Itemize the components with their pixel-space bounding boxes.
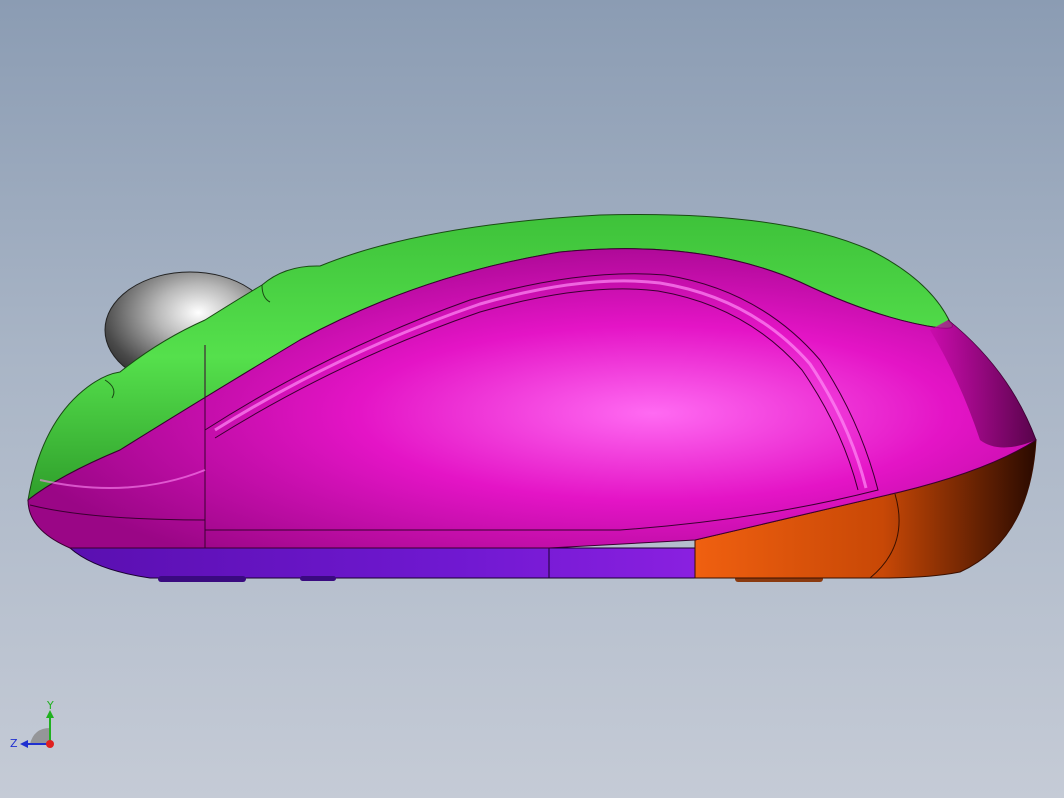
z-axis-label: Z <box>10 737 18 750</box>
x-axis-dot <box>46 740 54 748</box>
foot-pad-middle <box>300 576 336 581</box>
coordinate-triad: Y Z <box>10 699 54 750</box>
graphics-viewport[interactable]: Y Z <box>0 0 1064 798</box>
y-axis-label: Y <box>46 699 54 712</box>
foot-pad-front <box>158 576 246 582</box>
mouse-3d-model[interactable] <box>0 0 1064 798</box>
bottom-band <box>68 547 696 579</box>
